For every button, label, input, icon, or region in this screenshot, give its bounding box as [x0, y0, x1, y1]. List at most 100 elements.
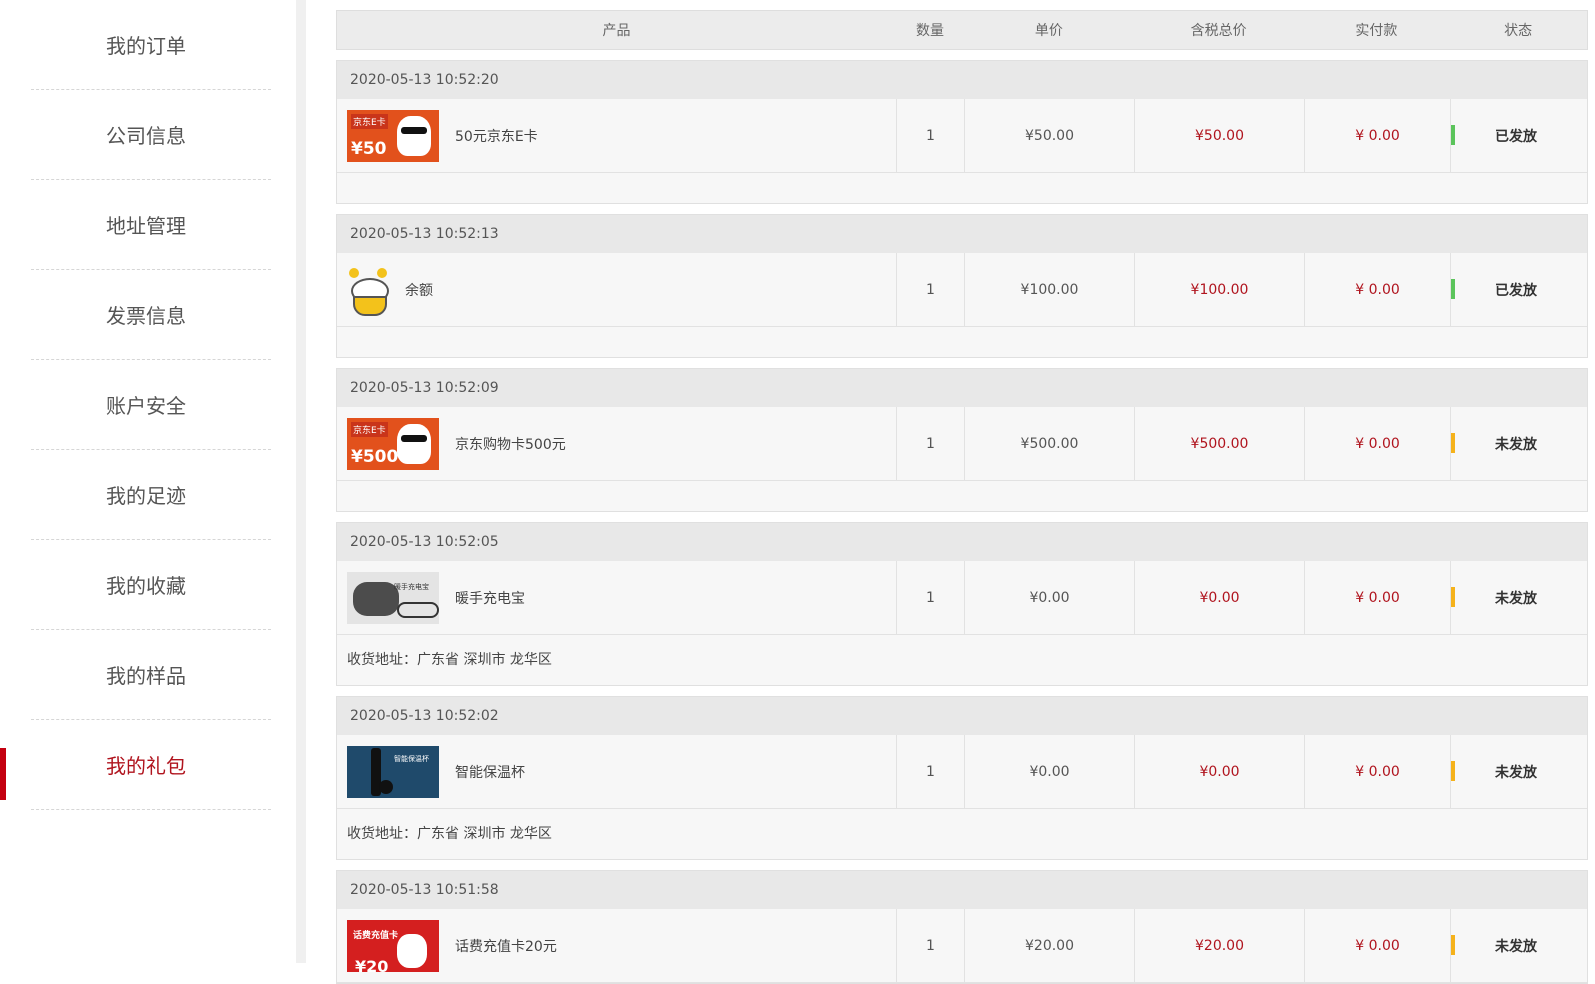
header-quantity: 数量 [916, 23, 945, 39]
product-name[interactable]: 话费充值卡20元 [455, 936, 557, 956]
mascot-icon [397, 933, 427, 968]
order-time: 2020-05-13 10:52:20 [337, 61, 1587, 99]
quantity-cell: 1 [897, 253, 965, 326]
product-image[interactable]: 京东E卡 ¥500 [347, 417, 439, 470]
order-address [337, 481, 1587, 511]
paid-cell: ¥ 0.00 [1305, 407, 1451, 480]
sidebar-item-label: 账户安全 [106, 394, 186, 418]
product-cell: 京东E卡 ¥500 京东购物卡500元 [337, 407, 897, 480]
sidebar-item-my-orders[interactable]: 我的订单 [31, 0, 271, 90]
product-image[interactable]: 智能保温杯 [347, 745, 439, 798]
product-name[interactable]: 余额 [405, 280, 433, 300]
active-indicator [0, 748, 6, 800]
sidebar: 我的订单 公司信息 地址管理 发票信息 账户安全 我的足迹 我的收藏 我的样品 … [0, 0, 306, 963]
sidebar-item-label: 公司信息 [106, 124, 186, 148]
product-cell: 智能保温杯 智能保温杯 [337, 735, 897, 808]
sidebar-item-label: 我的礼包 [106, 754, 186, 778]
unit-price-cell: ¥100.00 [965, 253, 1135, 326]
status-badge: 未发放 [1495, 436, 1537, 453]
header-unit-price: 单价 [1034, 23, 1063, 39]
sheep-horn [349, 267, 359, 278]
hand-warmer-icon [353, 581, 399, 616]
sidebar-item-footprint[interactable]: 我的足迹 [31, 450, 271, 540]
paid-cell: ¥ 0.00 [1305, 561, 1451, 634]
mascot-icon [397, 115, 431, 156]
unit-price-cell: ¥20.00 [965, 909, 1135, 982]
status-indicator [1451, 433, 1455, 453]
total-cell: ¥500.00 [1135, 407, 1305, 480]
card-amount: ¥50 [351, 138, 387, 159]
product-name[interactable]: 智能保温杯 [455, 762, 525, 782]
status-badge: 未发放 [1495, 590, 1537, 607]
header-status: 状态 [1504, 23, 1533, 39]
total-cell: ¥100.00 [1135, 253, 1305, 326]
mascot-icon [397, 423, 431, 464]
sidebar-item-gifts[interactable]: 我的礼包 [31, 720, 271, 810]
sidebar-item-label: 我的足迹 [106, 484, 186, 508]
sidebar-item-security[interactable]: 账户安全 [31, 360, 271, 450]
sidebar-item-favorites[interactable]: 我的收藏 [31, 540, 271, 630]
cap-icon [379, 779, 393, 794]
unit-price-cell: ¥0.00 [965, 735, 1135, 808]
product-image[interactable]: 京东E卡 ¥50 [347, 109, 439, 162]
product-cell: 话费充值卡 ¥20 话费充值卡20元 [337, 909, 897, 982]
header-total: 含税总价 [1190, 23, 1247, 39]
sidebar-item-samples[interactable]: 我的样品 [31, 630, 271, 720]
product-image[interactable]: 话费充值卡 ¥20 [347, 919, 439, 972]
status-badge: 未发放 [1495, 938, 1537, 955]
header-product: 产品 [602, 23, 631, 39]
table-header: 产品 数量 单价 含税总价 实付款 状态 [336, 10, 1588, 50]
order-block: 2020-05-13 10:52:09 京东E卡 ¥500 京东购物卡500元 … [336, 368, 1588, 512]
status-badge: 未发放 [1495, 764, 1537, 781]
status-indicator [1451, 935, 1455, 955]
image-caption: 智能保温杯 [394, 754, 429, 763]
order-time: 2020-05-13 10:52:02 [337, 697, 1587, 735]
order-block: 2020-05-13 10:52:20 京东E卡 ¥50 50元京东E卡 1 ¥… [336, 60, 1588, 204]
order-address [337, 173, 1587, 203]
product-image[interactable]: 暖手充电宝 [347, 571, 439, 624]
sidebar-item-label: 地址管理 [106, 214, 186, 238]
table-row: 余额 1 ¥100.00 ¥100.00 ¥ 0.00 已发放 [337, 253, 1587, 327]
image-caption: 暖手充电宝 [394, 582, 429, 591]
sidebar-item-label: 发票信息 [106, 304, 186, 328]
sidebar-item-label: 我的样品 [106, 664, 186, 688]
paid-cell: ¥ 0.00 [1305, 735, 1451, 808]
sidebar-item-address[interactable]: 地址管理 [31, 180, 271, 270]
card-tag: 京东E卡 [351, 421, 388, 437]
unit-price-cell: ¥50.00 [965, 99, 1135, 172]
quantity-cell: 1 [897, 407, 965, 480]
status-badge: 已发放 [1495, 282, 1537, 299]
quantity-cell: 1 [897, 909, 965, 982]
status-cell: 未发放 [1451, 407, 1581, 480]
order-time: 2020-05-13 10:51:58 [337, 871, 1587, 909]
order-address [337, 327, 1587, 357]
card-amount: ¥500 [351, 446, 399, 467]
order-block: 2020-05-13 10:52:13 余额 1 ¥100.00 ¥100.00… [336, 214, 1588, 358]
product-name[interactable]: 50元京东E卡 [455, 126, 538, 146]
order-time: 2020-05-13 10:52:05 [337, 523, 1587, 561]
product-image[interactable] [347, 264, 389, 316]
cable-icon [397, 601, 439, 618]
gift-orders-table: 产品 数量 单价 含税总价 实付款 状态 2020-05-13 10:52:20… [336, 10, 1588, 984]
paid-cell: ¥ 0.00 [1305, 253, 1451, 326]
product-name[interactable]: 京东购物卡500元 [455, 434, 566, 454]
quantity-cell: 1 [897, 735, 965, 808]
paid-cell: ¥ 0.00 [1305, 909, 1451, 982]
status-indicator [1451, 587, 1455, 607]
status-indicator [1451, 761, 1455, 781]
card-amount: ¥20 [355, 956, 389, 972]
coin-pot-icon [353, 295, 387, 316]
sidebar-item-company-info[interactable]: 公司信息 [31, 90, 271, 180]
status-badge: 已发放 [1495, 128, 1537, 145]
order-block: 2020-05-13 10:52:05 暖手充电宝 暖手充电宝 1 ¥0.00 … [336, 522, 1588, 686]
header-paid: 实付款 [1355, 23, 1398, 39]
status-cell: 未发放 [1451, 561, 1581, 634]
sheep-horn [377, 267, 387, 278]
product-name[interactable]: 暖手充电宝 [455, 588, 525, 608]
quantity-cell: 1 [897, 561, 965, 634]
status-indicator [1451, 125, 1455, 145]
status-cell: 已发放 [1451, 99, 1581, 172]
card-tag: 京东E卡 [351, 113, 388, 129]
sidebar-item-invoice[interactable]: 发票信息 [31, 270, 271, 360]
card-tag: 话费充值卡 [353, 930, 399, 941]
